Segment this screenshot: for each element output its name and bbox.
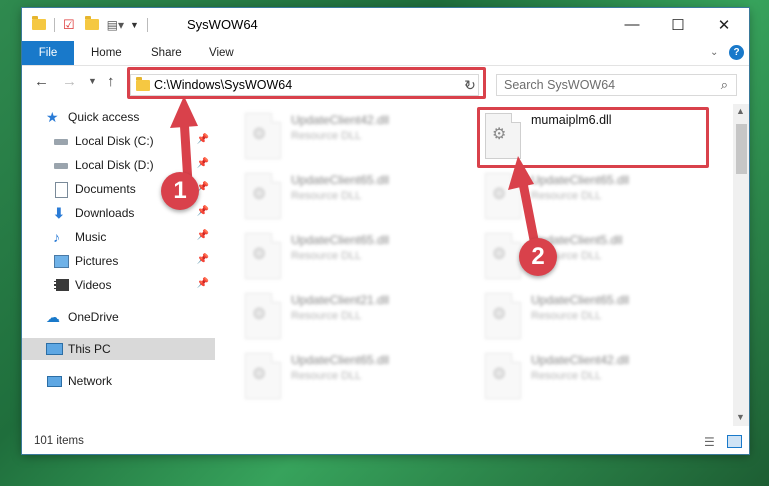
step-marker-2: 2 [519,238,557,276]
arrow-1-head [170,96,198,128]
step-marker-1: 1 [161,172,199,210]
arrow-2-head [508,156,534,190]
annotation-arrows [170,96,541,255]
